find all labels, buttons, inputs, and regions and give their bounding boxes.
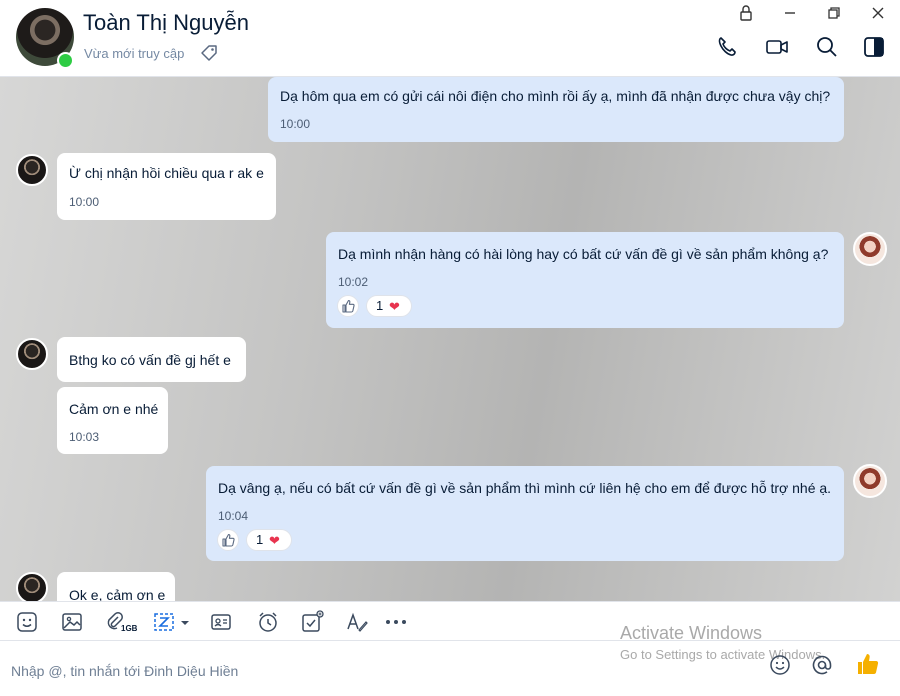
message-time: 10:03 (69, 430, 100, 444)
thumbs-up-icon (342, 299, 355, 313)
phone-icon[interactable] (714, 34, 740, 60)
message-list[interactable]: Dạ hôm qua em có gửi cái nôi điện cho mì… (0, 77, 900, 601)
lock-icon[interactable] (736, 4, 756, 22)
reaction-summary[interactable]: 1 ❤ (246, 529, 292, 551)
my-avatar[interactable] (853, 232, 887, 266)
online-status-dot (57, 52, 74, 69)
conversation-info-icon[interactable] (861, 34, 887, 60)
todo-icon[interactable] (300, 610, 324, 634)
message-text: Ok e, cảm ơn e (69, 587, 166, 601)
restore-icon[interactable] (824, 4, 844, 22)
contact-name[interactable]: Toàn Thị Nguyễn (83, 10, 249, 36)
message-bubble-sent[interactable]: Dạ vâng ạ, nếu có bất cứ vấn đề gì về sả… (206, 466, 844, 561)
message-bubble-received[interactable]: Bthg ko có vấn đề gj hết e (57, 337, 246, 382)
message-time: 10:04 (218, 509, 249, 523)
chat-header: Toàn Thị Nguyễn Vừa mới truy cập (0, 0, 900, 77)
message-input[interactable]: Nhập @, tin nhắn tới Đinh Diệu Hiền (11, 663, 238, 679)
reminder-icon[interactable] (256, 610, 280, 634)
presence-status: Vừa mới truy cập (84, 46, 185, 61)
sticker-icon[interactable] (15, 610, 39, 634)
thumbs-up-icon (222, 533, 235, 547)
message-text: Ừ chị nhận hồi chiều qua r ak e (69, 165, 264, 181)
message-text: Dạ mình nhận hàng có hài lòng hay có bất… (338, 246, 829, 262)
activation-watermark-subtitle: Go to Settings to activate Windows. (620, 647, 826, 662)
composer-toolbar: 1GB (0, 601, 900, 641)
message-bubble-sent[interactable]: Dạ hôm qua em có gửi cái nôi điện cho mì… (268, 77, 844, 142)
message-bubble-sent[interactable]: Dạ mình nhận hàng có hài lòng hay có bất… (326, 232, 844, 328)
minimize-icon[interactable] (780, 4, 800, 22)
video-call-icon[interactable] (764, 34, 790, 60)
close-icon[interactable] (868, 4, 888, 22)
sender-avatar[interactable] (16, 572, 48, 601)
image-icon[interactable] (60, 610, 84, 634)
message-text: Cảm ơn e nhé (69, 401, 159, 417)
message-time: 10:00 (69, 195, 100, 209)
heart-icon: ❤ (389, 299, 400, 314)
reaction-summary[interactable]: 1 ❤ (366, 295, 412, 317)
reaction-count: 1 (256, 532, 264, 547)
mention-icon[interactable] (810, 653, 834, 677)
more-icon[interactable] (384, 610, 408, 634)
reaction-count: 1 (376, 298, 384, 313)
message-text: Dạ vâng ạ, nếu có bất cứ vấn đề gì về sả… (218, 480, 832, 496)
search-icon[interactable] (814, 34, 840, 60)
file-size-limit: 1GB (121, 624, 138, 633)
format-text-icon[interactable] (345, 610, 369, 634)
message-text: Dạ hôm qua em có gửi cái nôi điện cho mì… (280, 88, 831, 104)
like-reaction-button[interactable] (337, 295, 359, 317)
message-bubble-received[interactable]: Ừ chị nhận hồi chiều qua r ak e 10:00 (57, 153, 276, 220)
message-time: 10:02 (338, 275, 369, 289)
screenshot-icon[interactable] (152, 610, 192, 634)
message-time: 10:00 (280, 117, 311, 131)
contact-card-icon[interactable] (209, 610, 233, 634)
message-text: Bthg ko có vấn đề gj hết e (69, 352, 231, 368)
message-bubble-received[interactable]: Cảm ơn e nhé 10:03 (57, 387, 168, 454)
sender-avatar[interactable] (16, 154, 48, 186)
sender-avatar[interactable] (16, 338, 48, 370)
my-avatar[interactable] (853, 464, 887, 498)
activation-watermark-title: Activate Windows (620, 623, 763, 643)
message-bubble-received[interactable]: Ok e, cảm ơn e (57, 572, 175, 601)
quick-like-icon[interactable] (855, 651, 881, 677)
like-reaction-button[interactable] (217, 529, 239, 551)
heart-icon: ❤ (269, 533, 280, 548)
tag-icon[interactable] (200, 44, 218, 62)
emoji-icon[interactable] (768, 653, 792, 677)
